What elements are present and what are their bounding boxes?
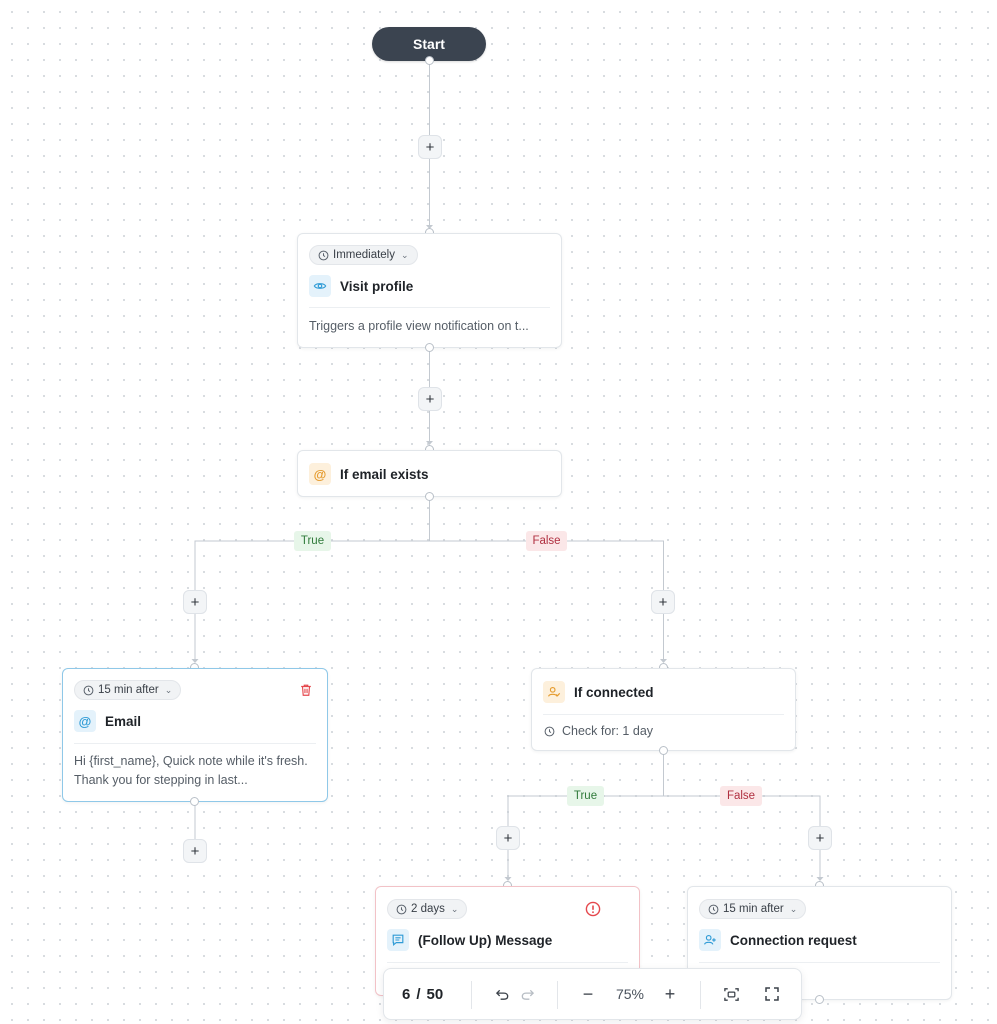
branch-false-label: False <box>526 531 567 551</box>
timing-dropdown[interactable]: 2 days ⌄ <box>387 899 468 919</box>
zoom-out-button[interactable]: − <box>577 982 599 1006</box>
node-title: If connected <box>574 685 654 700</box>
node-title: Connection request <box>730 933 857 948</box>
clock-icon <box>708 904 719 914</box>
if-email-output-port[interactable] <box>425 492 434 501</box>
divider <box>543 714 784 715</box>
message-icon <box>387 929 409 951</box>
if-email-exists-node[interactable]: @ If email exists <box>297 450 562 497</box>
clock-icon <box>544 726 555 736</box>
branch-true-label: True <box>294 531 331 551</box>
clock-icon <box>396 904 407 914</box>
visit-profile-output-port[interactable] <box>425 343 434 352</box>
zoom-in-button[interactable]: + <box>659 982 681 1006</box>
add-step-button[interactable]: + <box>496 826 520 850</box>
timing-label: Immediately <box>333 249 395 261</box>
user-check-icon <box>543 681 565 703</box>
add-step-button[interactable]: + <box>183 590 207 614</box>
email-node[interactable]: 15 min after ⌄ @ Email Hi {first_name}, … <box>62 668 328 802</box>
user-plus-icon <box>699 929 721 951</box>
page-current: 6 <box>402 985 411 1003</box>
check-duration: Check for: 1 day <box>544 724 653 738</box>
chevron-down-icon: ⌄ <box>450 903 459 914</box>
divider <box>309 307 550 308</box>
branch-false-label: False <box>720 786 762 806</box>
flow-connectors <box>191 61 824 881</box>
node-title: If email exists <box>340 467 429 482</box>
connection-request-output-port[interactable] <box>815 995 824 1004</box>
timing-label: 2 days <box>411 903 445 915</box>
toolbar-divider <box>471 981 472 1009</box>
add-step-button[interactable]: + <box>808 826 832 850</box>
divider <box>699 962 940 963</box>
start-output-port[interactable] <box>425 56 434 65</box>
add-step-button[interactable]: + <box>418 387 442 411</box>
timing-label: 15 min after <box>723 903 784 915</box>
add-step-button[interactable]: + <box>418 135 442 159</box>
timing-label: 15 min after <box>98 684 159 696</box>
if-connected-node[interactable]: If connected Check for: 1 day <box>531 668 796 751</box>
trash-icon[interactable] <box>299 683 313 702</box>
toolbar-divider <box>700 981 701 1009</box>
check-duration-label: Check for: 1 day <box>562 724 654 738</box>
warning-icon[interactable] <box>585 901 601 922</box>
clock-icon <box>83 685 94 695</box>
page-counter: 6 / 50 <box>402 969 443 1019</box>
eye-icon <box>309 275 331 297</box>
node-title: (Follow Up) Message <box>418 933 553 948</box>
divider <box>387 962 628 963</box>
node-title: Visit profile <box>340 279 414 294</box>
canvas-toolbar: 6 / 50 − 75% + <box>383 968 802 1020</box>
zoom-level: 75% <box>615 986 645 1002</box>
page-total: 50 <box>426 985 444 1003</box>
timing-dropdown[interactable]: Immediately ⌄ <box>309 245 418 265</box>
page-separator: / <box>416 985 421 1003</box>
email-output-port[interactable] <box>190 797 199 806</box>
chevron-down-icon: ⌄ <box>401 249 409 260</box>
if-connected-output-port[interactable] <box>659 746 668 755</box>
clock-icon <box>318 250 329 260</box>
timing-dropdown[interactable]: 15 min after ⌄ <box>74 680 182 700</box>
undo-icon[interactable] <box>492 984 512 1004</box>
fullscreen-icon[interactable] <box>762 984 782 1004</box>
divider <box>74 743 316 744</box>
at-sign-icon: @ <box>74 710 96 732</box>
chevron-down-icon: ⌄ <box>164 684 173 695</box>
fit-view-icon[interactable] <box>721 984 741 1004</box>
add-step-button[interactable]: + <box>651 590 675 614</box>
node-title: Email <box>105 714 142 729</box>
visit-profile-node[interactable]: Immediately ⌄ Visit profile Triggers a p… <box>297 233 562 348</box>
timing-dropdown[interactable]: 15 min after ⌄ <box>699 899 807 919</box>
node-description: Triggers a profile view notification on … <box>309 319 529 333</box>
start-label: Start <box>413 36 445 52</box>
branch-true-label: True <box>567 786 604 806</box>
chevron-down-icon: ⌄ <box>789 903 798 914</box>
at-sign-icon: @ <box>309 463 331 485</box>
redo-icon[interactable] <box>517 984 537 1004</box>
toolbar-divider <box>557 981 558 1009</box>
node-description: Hi {first_name}, Quick note while it's f… <box>74 754 308 787</box>
add-step-button[interactable]: + <box>183 839 207 863</box>
